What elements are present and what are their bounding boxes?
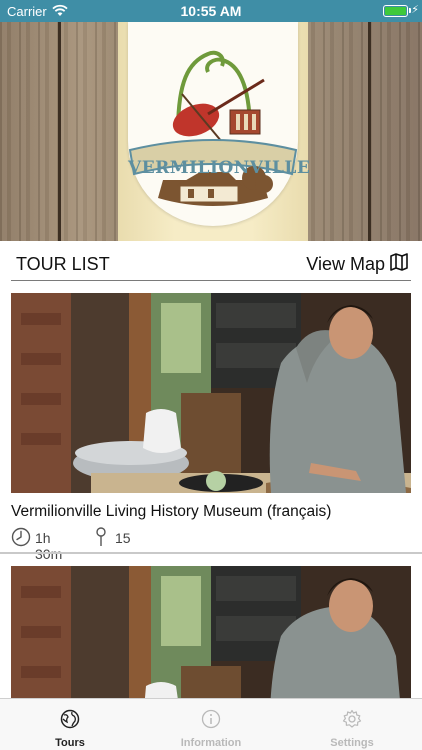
- vermilionville-logo-icon: [128, 50, 298, 206]
- tab-label: Settings: [330, 737, 374, 749]
- tour-photo[interactable]: [11, 293, 411, 493]
- tab-bar: Tours Information Settings: [0, 698, 422, 750]
- view-map-button[interactable]: View Map: [306, 254, 385, 275]
- tour-duration: 1h 30m: [35, 530, 63, 562]
- globe-icon: [60, 709, 80, 729]
- tour-stop-count: 15: [115, 530, 131, 546]
- clock-time: 10:55 AM: [180, 3, 242, 19]
- info-icon: [201, 709, 221, 729]
- tab-label: Information: [180, 737, 242, 749]
- gear-icon: [342, 709, 362, 728]
- woman-chopping-vegetables-photo: [11, 566, 411, 699]
- clock-icon: [11, 527, 31, 547]
- wood-plank-gap: [58, 22, 61, 241]
- logo-wordmark: VERMILIONVILLE: [128, 158, 311, 178]
- tab-settings[interactable]: Settings: [282, 699, 422, 750]
- tour-list-header: TOUR LIST View Map: [11, 241, 411, 281]
- card-divider: [0, 552, 422, 554]
- map-icon[interactable]: [389, 252, 409, 272]
- battery-icon: [383, 5, 408, 17]
- status-bar: Carrier 10:55 AM ⚡: [0, 0, 422, 22]
- tab-label: Tours: [55, 737, 85, 749]
- pin-icon: [96, 527, 106, 546]
- tour-title[interactable]: Vermilionville Living History Museum (fr…: [11, 503, 331, 521]
- tab-information[interactable]: Information: [141, 699, 281, 750]
- section-title: TOUR LIST: [16, 254, 110, 274]
- charging-bolt-icon: ⚡: [411, 4, 419, 16]
- wood-plank-gap: [368, 22, 371, 241]
- header-banner: VERMILIONVILLE: [0, 22, 422, 241]
- battery-level-fill: [385, 7, 406, 15]
- woman-chopping-vegetables-photo: [11, 293, 411, 493]
- tab-tours[interactable]: Tours: [0, 699, 140, 750]
- tour-photo[interactable]: [11, 566, 411, 699]
